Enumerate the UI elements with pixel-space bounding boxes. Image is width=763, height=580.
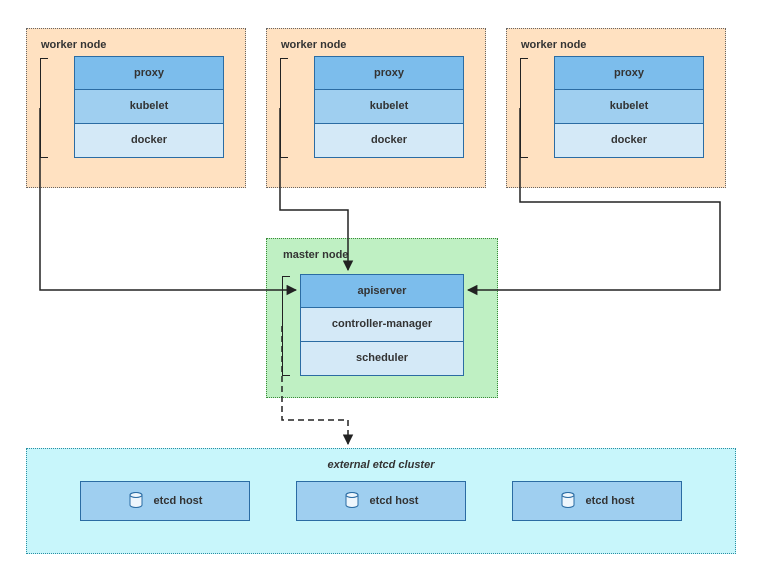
bracket-icon xyxy=(280,58,288,158)
bracket-icon xyxy=(282,276,290,376)
external-etcd-cluster: external etcd cluster etcd host etcd hos… xyxy=(26,448,736,554)
database-icon xyxy=(344,492,360,510)
worker-1-stack: proxy kubelet docker xyxy=(74,56,224,158)
etcd-host-2-label: etcd host xyxy=(370,495,419,507)
etcd-host-1-label: etcd host xyxy=(154,495,203,507)
worker-3-proxy: proxy xyxy=(554,56,704,90)
worker-3-stack: proxy kubelet docker xyxy=(554,56,704,158)
database-icon xyxy=(560,492,576,510)
worker-3-docker: docker xyxy=(554,124,704,158)
worker-2-stack: proxy kubelet docker xyxy=(314,56,464,158)
worker-3-kubelet: kubelet xyxy=(554,90,704,124)
worker-2-kubelet: kubelet xyxy=(314,90,464,124)
master-apiserver: apiserver xyxy=(300,274,464,308)
worker-2-docker: docker xyxy=(314,124,464,158)
master-scheduler: scheduler xyxy=(300,342,464,376)
master-stack: apiserver controller-manager scheduler xyxy=(300,274,464,376)
etcd-host-2: etcd host xyxy=(296,481,466,521)
worker-2-proxy: proxy xyxy=(314,56,464,90)
etcd-host-3: etcd host xyxy=(512,481,682,521)
etcd-host-3-label: etcd host xyxy=(586,495,635,507)
etcd-host-1: etcd host xyxy=(80,481,250,521)
bracket-icon xyxy=(520,58,528,158)
etcd-host-row: etcd host etcd host etcd host xyxy=(27,481,735,521)
worker-node-1-title: worker node xyxy=(41,39,233,51)
master-controller-manager: controller-manager xyxy=(300,308,464,342)
worker-node-2-title: worker node xyxy=(281,39,473,51)
bracket-icon xyxy=(40,58,48,158)
database-icon xyxy=(128,492,144,510)
diagram-canvas: worker node proxy kubelet docker worker … xyxy=(0,0,763,580)
etcd-cluster-title: external etcd cluster xyxy=(27,459,735,471)
worker-1-docker: docker xyxy=(74,124,224,158)
worker-1-proxy: proxy xyxy=(74,56,224,90)
worker-1-kubelet: kubelet xyxy=(74,90,224,124)
worker-node-3-title: worker node xyxy=(521,39,713,51)
master-node-title: master node xyxy=(283,249,483,261)
